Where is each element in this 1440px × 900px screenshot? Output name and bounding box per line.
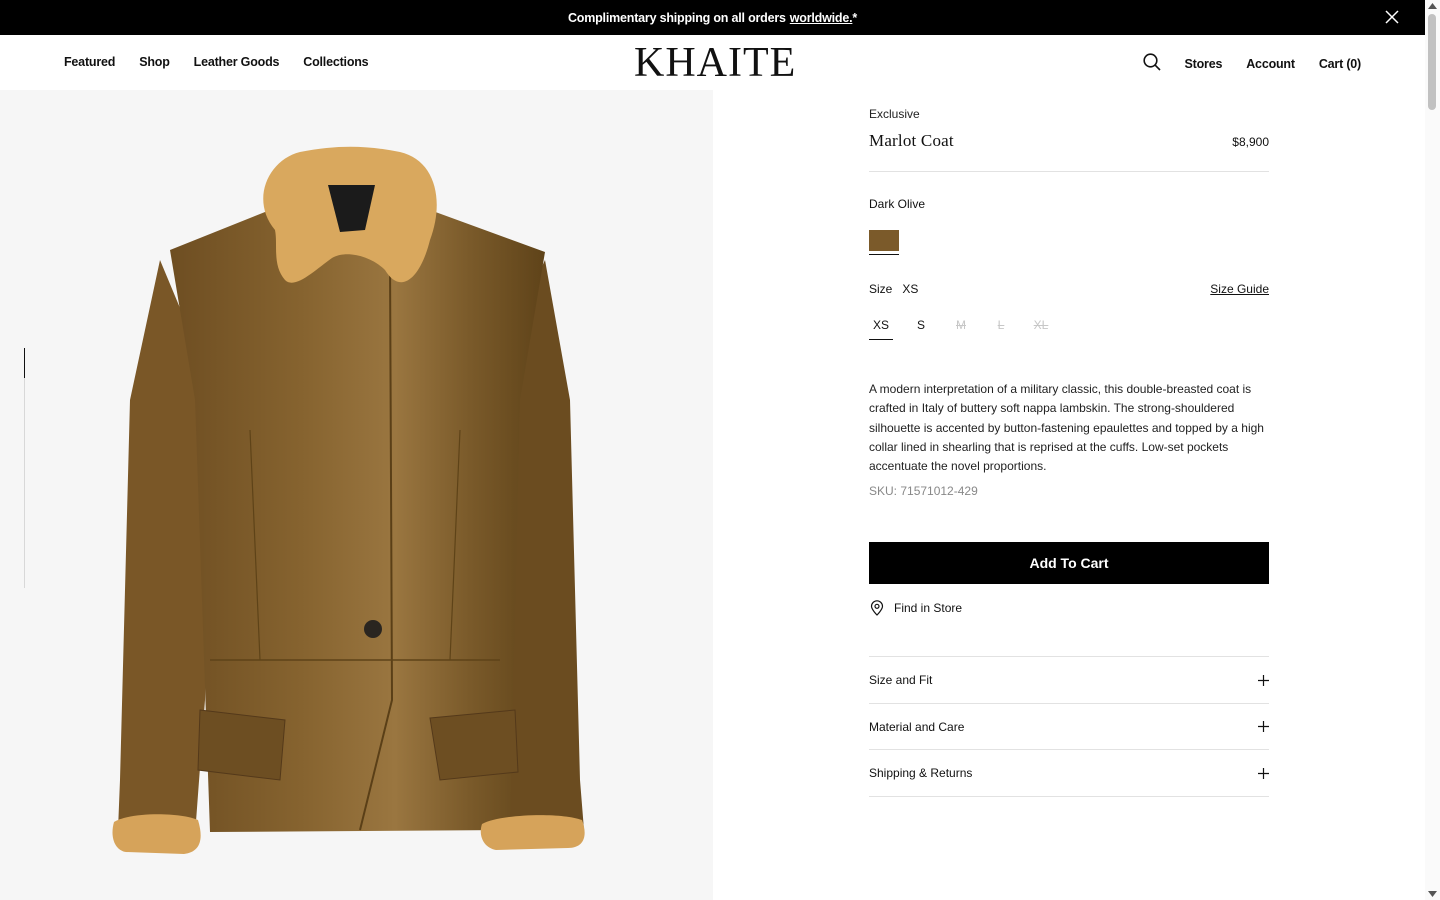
color-swatch[interactable] [869,230,899,251]
size-option-s[interactable]: S [909,318,933,340]
title-row: Marlot Coat $8,900 [869,131,1269,172]
announcement-suffix: * [852,10,858,25]
add-to-cart-button[interactable]: Add To Cart [869,542,1269,585]
accordion-size-and-fit[interactable]: Size and Fit [869,657,1269,704]
nav-shop[interactable]: Shop [139,55,170,69]
brand-logo[interactable]: KHAITE [634,41,796,85]
product-tag: Exclusive [869,107,920,121]
nav-featured[interactable]: Featured [64,55,115,69]
scrollbar-thumb[interactable] [1428,14,1436,110]
plus-icon [1258,721,1269,733]
find-in-store-link[interactable]: Find in Store [869,600,1269,617]
site-header: Featured Shop Leather Goods Collections … [0,35,1425,90]
size-option-xs[interactable]: XS [869,318,893,340]
nav-leather-goods[interactable]: Leather Goods [194,55,280,69]
size-guide-link[interactable]: Size Guide [1210,282,1269,296]
scroll-down-arrow-icon[interactable] [1428,891,1437,897]
page-scrollbar[interactable] [1425,0,1440,900]
plus-icon [1258,767,1269,779]
product-description: A modern interpretation of a military cl… [869,382,1264,474]
size-label: Size [869,282,893,296]
accordion-material-and-care[interactable]: Material and Care [869,704,1269,751]
swatch-selected-indicator [869,254,899,255]
stores-link[interactable]: Stores [1185,57,1223,71]
size-selector: XS S M L XL [869,318,1269,340]
accordion-shipping-returns[interactable]: Shipping & Returns [869,750,1269,797]
plus-icon [1258,674,1269,686]
product-gallery[interactable] [0,90,713,900]
product-info: Exclusive Marlot Coat $8,900 Dark Olive … [869,107,1269,797]
location-pin-icon [870,600,884,617]
product-image [112,146,585,854]
product-sku: SKU: 71571012-429 [869,484,978,499]
size-option-xl[interactable]: XL [1029,318,1053,340]
announcement-link[interactable]: worldwide. [790,11,853,25]
find-in-store-label: Find in Store [894,601,963,616]
color-name: Dark Olive [869,197,926,211]
selected-size: XS [902,282,919,296]
nav-collections[interactable]: Collections [303,55,368,69]
announcement-bar: Complimentary shipping on all orders wor… [0,0,1425,35]
product-title: Marlot Coat [869,131,954,150]
size-option-l[interactable]: L [989,318,1013,340]
close-icon[interactable] [1384,9,1400,25]
main-nav: Featured Shop Leather Goods Collections [64,55,369,69]
account-link[interactable]: Account [1246,57,1295,71]
scroll-up-arrow-icon[interactable] [1428,3,1437,9]
accordion-label: Size and Fit [869,673,933,688]
accordion-label: Material and Care [869,719,965,734]
gallery-progress-track [24,348,25,588]
product-price: $8,900 [1232,135,1269,149]
accordion-list: Size and Fit Material and Care Shipping … [869,656,1269,797]
size-option-m[interactable]: M [949,318,973,340]
search-icon[interactable] [1142,53,1161,71]
utility-nav: Stores Account Cart (0) [1142,53,1361,73]
gallery-progress-indicator [24,348,25,378]
cart-link[interactable]: Cart (0) [1319,57,1361,71]
size-row: Size XS Size Guide [869,282,1269,296]
accordion-label: Shipping & Returns [869,766,973,781]
announcement-text: Complimentary shipping on all orders [567,10,786,25]
